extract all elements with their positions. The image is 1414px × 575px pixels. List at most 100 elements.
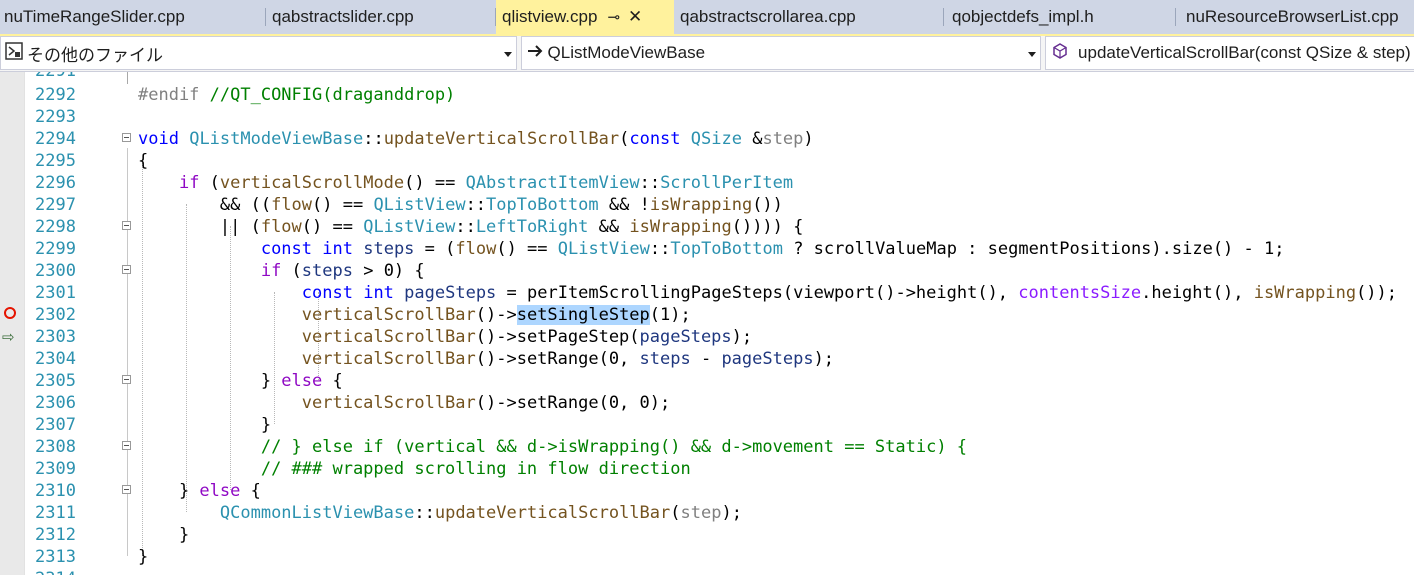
- line-number: 2297: [35, 195, 76, 215]
- pin-icon[interactable]: ⊸: [607, 8, 620, 26]
- project-label: その他のファイル: [27, 45, 163, 65]
- code-text: if (verticalScrollMode() == QAbstractIte…: [178, 173, 794, 193]
- line-number: 2291: [24, 72, 76, 82]
- tab-label: qlistview.cpp: [502, 7, 598, 26]
- preprocessor-directive: #endif: [138, 85, 200, 105]
- code-text: } else {: [138, 371, 343, 391]
- code-text: const int pageSteps = perItemScrollingPa…: [301, 283, 1398, 303]
- code-line: 2294 void QListModeViewBase::updateVerti…: [0, 128, 1414, 150]
- code-line: 2310 } else {: [0, 480, 1414, 502]
- code-line: ⇨ 2303 verticalScrollBar()->setPageStep(…: [0, 326, 1414, 348]
- code-line: 2292 #endif //QT_CONFIG(draganddrop): [0, 84, 1414, 106]
- code-line: 2296 if (verticalScrollMode() == QAbstra…: [0, 172, 1414, 194]
- code-text: }: [138, 547, 149, 567]
- code-text: }: [138, 415, 272, 435]
- line-number: 2308: [35, 437, 76, 457]
- comment: //QT_CONFIG(draganddrop): [199, 85, 456, 105]
- comment: // } else if (vertical && d->isWrapping(…: [260, 437, 968, 457]
- comment: // ### wrapped scrolling in flow directi…: [260, 459, 691, 479]
- code-line: 2297 && ((flow() == QListView::TopToBott…: [0, 194, 1414, 216]
- code-line: 2291: [0, 72, 1414, 82]
- arrow-right-icon: [526, 42, 544, 65]
- document-tab-strip: nuTimeRangeSlider.cpp qabstractslider.cp…: [0, 0, 1414, 36]
- fold-toggle[interactable]: [122, 133, 131, 142]
- tab-qabstractslider[interactable]: qabstractslider.cpp: [266, 0, 496, 34]
- line-number: 2314: [24, 568, 76, 575]
- code-line: 2302 verticalScrollBar()->setSingleStep(…: [0, 304, 1414, 326]
- code-text: verticalScrollBar()->setRange(0, 0);: [301, 393, 671, 413]
- code-line: 2306 verticalScrollBar()->setRange(0, 0)…: [0, 392, 1414, 414]
- chevron-down-icon: [503, 52, 512, 57]
- code-text: const int steps = (flow() == QListView::…: [260, 239, 1285, 259]
- line-number: 2292: [35, 85, 76, 105]
- selected-token: setSingleStep: [516, 305, 650, 325]
- code-editor[interactable]: 2291 2292 #endif //QT_CONFIG(draganddrop…: [0, 72, 1414, 575]
- tab-qlistview[interactable]: qlistview.cpp ⊸ ✕: [496, 0, 674, 34]
- fold-toggle[interactable]: [122, 485, 131, 494]
- fold-toggle[interactable]: [122, 221, 131, 230]
- code-text: && ((flow() == QListView::TopToBottom &&…: [138, 195, 783, 215]
- line-number: 2310: [35, 481, 76, 501]
- line-number: 2303: [35, 327, 76, 347]
- code-text: if (steps > 0) {: [260, 261, 425, 281]
- code-line: 2298 || (flow() == QListView::LeftToRigh…: [0, 216, 1414, 238]
- close-icon[interactable]: ✕: [628, 7, 642, 27]
- line-number: 2295: [35, 151, 76, 171]
- tab-label: nuTimeRangeSlider.cpp: [4, 7, 185, 26]
- line-number: 2298: [35, 217, 76, 237]
- code-text: {: [138, 151, 149, 171]
- code-line: 2307 }: [0, 414, 1414, 436]
- tab-qabstractscrollarea[interactable]: qabstractscrollarea.cpp: [674, 0, 944, 34]
- code-line: 2309 // ### wrapped scrolling in flow di…: [0, 458, 1414, 480]
- code-line: 2314: [0, 568, 1414, 575]
- line-number: 2312: [35, 525, 76, 545]
- scope-dropdown[interactable]: QListModeViewBase: [520, 36, 1042, 70]
- fold-toggle[interactable]: [122, 375, 131, 384]
- project-icon: [5, 41, 23, 65]
- code-line: 2311 QCommonListViewBase::updateVertical…: [0, 502, 1414, 524]
- tab-qobjectdefs-impl[interactable]: qobjectdefs_impl.h: [944, 0, 1176, 34]
- line-number: 2296: [35, 173, 76, 193]
- code-line: 2299 const int steps = (flow() == QListV…: [0, 238, 1414, 260]
- code-text: void QListModeViewBase::updateVerticalSc…: [138, 129, 814, 149]
- tab-nutimerangeslider[interactable]: nuTimeRangeSlider.cpp: [0, 0, 266, 34]
- code-text: QCommonListViewBase::updateVerticalScrol…: [219, 503, 742, 523]
- code-text: }: [138, 525, 190, 545]
- code-text: // } else if (vertical && d->isWrapping(…: [138, 436, 967, 458]
- method-cube-icon: [1052, 42, 1068, 64]
- member-label: updateVerticalScrollBar(const QSize & st…: [1078, 43, 1411, 62]
- code-text: verticalScrollBar()->setRange(0, steps -…: [301, 349, 835, 369]
- line-number: 2304: [35, 349, 76, 369]
- code-line: 2313 }: [0, 546, 1414, 568]
- line-number: 2299: [35, 239, 76, 259]
- line-number: 2302: [35, 305, 76, 325]
- line-number: 2311: [35, 503, 76, 523]
- tab-nuresourcebrowserlist[interactable]: nuResourceBrowserList.cpp: [1176, 0, 1414, 34]
- breakpoint-icon[interactable]: [4, 307, 16, 319]
- line-number: 2306: [35, 393, 76, 413]
- code-line: 2293: [0, 106, 1414, 128]
- tab-label: qabstractscrollarea.cpp: [680, 7, 856, 26]
- navigation-bar: その他のファイル QListModeViewBase updateVertica…: [0, 36, 1414, 72]
- tab-label: qobjectdefs_impl.h: [952, 7, 1094, 26]
- line-number: 2300: [35, 261, 76, 281]
- project-dropdown[interactable]: その他のファイル: [0, 36, 517, 70]
- code-text: #endif //QT_CONFIG(draganddrop): [138, 84, 455, 106]
- code-line: 2312 }: [0, 524, 1414, 546]
- member-dropdown[interactable]: updateVerticalScrollBar(const QSize & st…: [1045, 36, 1414, 70]
- code-line: 2300 if (steps > 0) {: [0, 260, 1414, 282]
- code-text: } else {: [138, 481, 261, 501]
- code-area[interactable]: 2291 2292 #endif //QT_CONFIG(draganddrop…: [0, 72, 1414, 575]
- code-line: 2301 const int pageSteps = perItemScroll…: [0, 282, 1414, 304]
- tab-label: qabstractslider.cpp: [272, 7, 414, 26]
- line-number: 2294: [35, 129, 76, 149]
- code-text: verticalScrollBar()->setPageStep(pageSte…: [301, 327, 753, 347]
- code-text: // ### wrapped scrolling in flow directi…: [138, 458, 691, 480]
- code-line: 2308 // } else if (vertical && d->isWrap…: [0, 436, 1414, 458]
- fold-toggle[interactable]: [122, 265, 131, 274]
- chevron-down-icon: [1028, 52, 1037, 57]
- line-number: 2313: [35, 547, 76, 567]
- code-text: verticalScrollBar()->setSingleStep(1);: [301, 305, 691, 325]
- line-number: 2293: [35, 107, 76, 127]
- fold-toggle[interactable]: [122, 441, 131, 450]
